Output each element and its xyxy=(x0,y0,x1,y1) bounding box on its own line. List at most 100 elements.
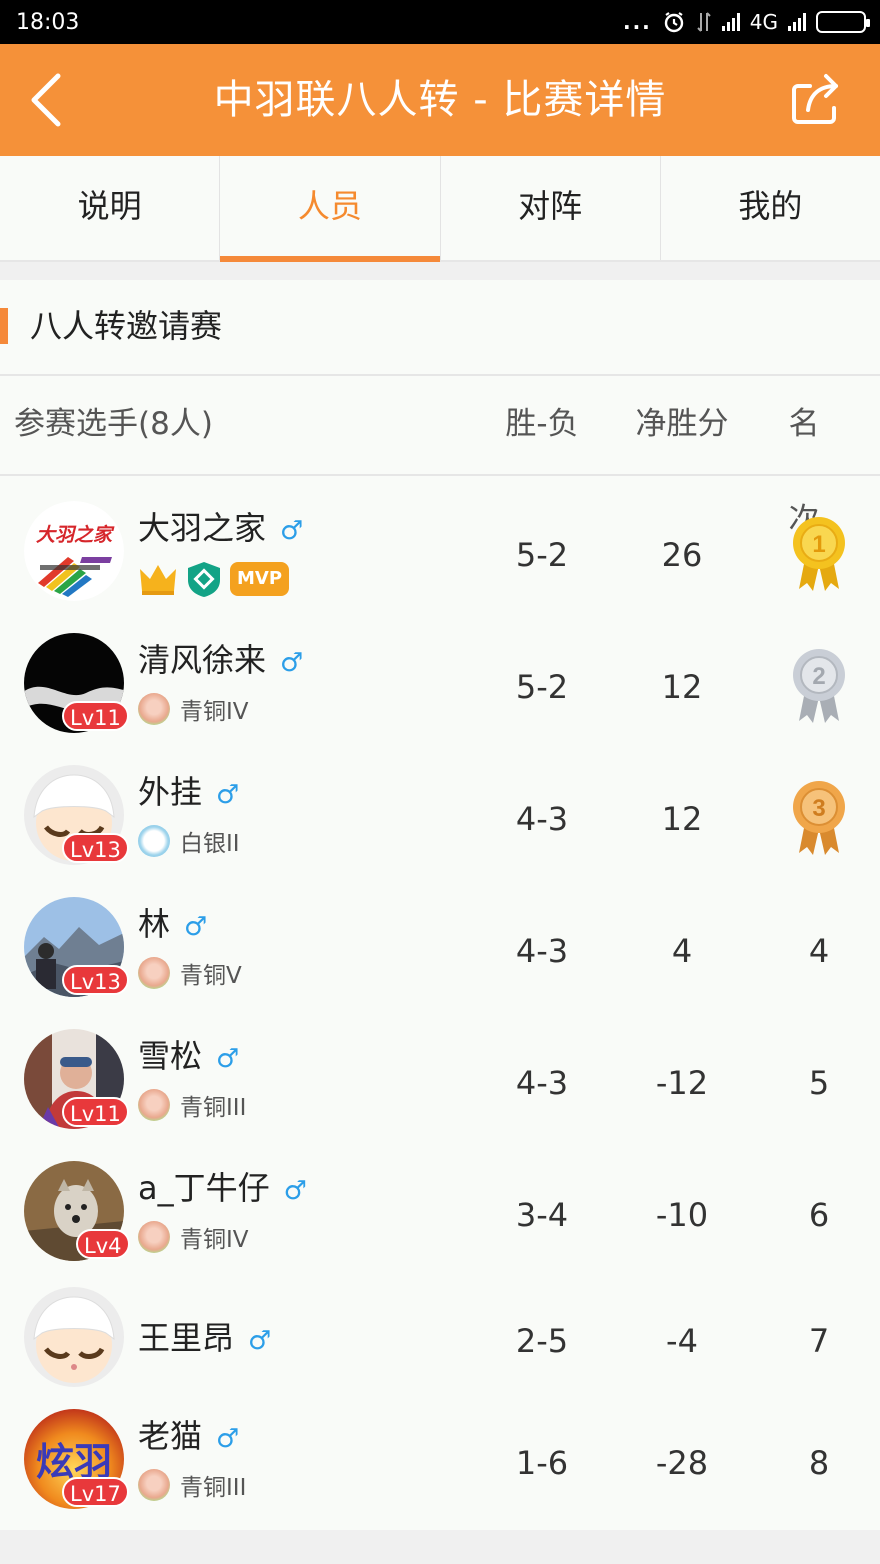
tab-description[interactable]: 说明 xyxy=(0,156,221,260)
net-points: 12 xyxy=(661,668,703,706)
level-badge: Lv4 xyxy=(76,1229,130,1259)
win-loss: 1-6 xyxy=(515,1444,569,1482)
header-players: 参赛选手(8人) xyxy=(14,406,213,442)
tier-label: 青铜IV xyxy=(180,699,249,725)
player-name[interactable]: 王里昂 ♂ xyxy=(138,1313,271,1359)
player-row[interactable]: 大羽之家 大羽之家 ♂ MVP 5-2 26 1 xyxy=(0,489,880,621)
player-name[interactable]: 清风徐来 ♂ xyxy=(138,635,303,681)
battery-icon xyxy=(816,11,870,33)
alarm-icon xyxy=(664,12,683,33)
tier-info: 青铜IV xyxy=(138,691,249,727)
male-icon: ♂ xyxy=(216,1044,240,1074)
net-points: 12 xyxy=(661,800,703,838)
app-bar: 中羽联八人转 - 比赛详情 xyxy=(0,44,880,156)
bronze-medal-icon: 3 xyxy=(793,781,845,855)
tier-info: 青铜III xyxy=(138,1467,246,1503)
crown-icon xyxy=(140,565,176,595)
bronze-tier-icon xyxy=(138,693,170,725)
tier-label: 白银II xyxy=(180,831,240,857)
net-points: 4 xyxy=(671,932,693,970)
header-net-points: 净胜分 xyxy=(635,406,729,442)
male-icon: ♂ xyxy=(184,912,208,942)
player-name[interactable]: 林 ♂ xyxy=(138,899,207,945)
share-button[interactable] xyxy=(788,72,844,128)
section-title: 八人转邀请赛 xyxy=(30,307,223,345)
rank-1: 1 xyxy=(812,531,825,558)
win-loss: 4-3 xyxy=(515,800,569,838)
svg-text:大羽之家: 大羽之家 xyxy=(36,524,115,546)
tab-bar: 说明 人员 对阵 我的 xyxy=(0,156,880,262)
status-time: 18:03 xyxy=(16,9,80,35)
win-loss: 4-3 xyxy=(515,932,569,970)
silver-tier-icon xyxy=(138,825,170,857)
avatar[interactable] xyxy=(24,1287,124,1387)
player-row[interactable]: Lv11 雪松 ♂ 青铜III 4-3 -12 5 xyxy=(0,1017,880,1149)
player-name[interactable]: 大羽之家 ♂ xyxy=(138,503,303,549)
male-icon: ♂ xyxy=(216,1424,240,1454)
avatar[interactable]: 大羽之家 xyxy=(24,501,124,601)
section-accent-bar xyxy=(0,308,8,344)
level-badge: Lv17 xyxy=(62,1477,129,1507)
rank: 7 xyxy=(808,1322,830,1360)
section-header: 八人转邀请赛 xyxy=(0,280,880,376)
male-icon: ♂ xyxy=(280,648,304,678)
male-icon: ♂ xyxy=(248,1326,272,1356)
player-row[interactable]: Lv4 a_丁牛仔 ♂ 青铜IV 3-4 -10 6 xyxy=(0,1149,880,1281)
level-badge: Lv13 xyxy=(62,833,129,863)
player-row[interactable]: Lv13 外挂 ♂ 白银II 4-3 12 3 xyxy=(0,753,880,885)
player-name[interactable]: 外挂 ♂ xyxy=(138,767,239,813)
gold-medal-icon: 1 xyxy=(793,517,845,591)
win-loss: 3-4 xyxy=(515,1196,569,1234)
back-button[interactable] xyxy=(20,68,80,132)
player-row[interactable]: Lv13 林 ♂ 青铜V 4-3 4 4 xyxy=(0,885,880,1017)
mvp-badge: MVP xyxy=(230,562,290,596)
bronze-tier-icon xyxy=(138,957,170,989)
win-loss: 4-3 xyxy=(515,1064,569,1102)
status-icons: ... 4G xyxy=(622,10,870,34)
rank-2: 2 xyxy=(812,663,825,690)
net-points: -12 xyxy=(655,1064,709,1102)
tier-info: 青铜IV xyxy=(138,1219,249,1255)
net-points: -28 xyxy=(655,1444,709,1482)
net-points: 26 xyxy=(661,536,703,574)
rank-3: 3 xyxy=(812,795,825,822)
tier-label: 青铜V xyxy=(180,963,242,989)
tier-label: 青铜III xyxy=(180,1475,247,1501)
tier-info: 青铜III xyxy=(138,1087,246,1123)
male-icon: ♂ xyxy=(283,1176,307,1206)
net-points: -4 xyxy=(666,1322,698,1360)
tab-matchups[interactable]: 对阵 xyxy=(441,156,661,260)
network-type: 4G xyxy=(749,10,778,34)
achievement-badges: MVP xyxy=(138,559,290,599)
win-loss: 5-2 xyxy=(515,536,569,574)
level-badge: Lv13 xyxy=(62,965,129,995)
win-loss: 2-5 xyxy=(515,1322,569,1360)
notification-dots: ... xyxy=(622,10,652,34)
table-header: 参赛选手(8人) 胜-负 净胜分 名次 xyxy=(0,376,880,538)
net-points: -10 xyxy=(655,1196,709,1234)
player-row[interactable]: 王里昂 ♂ 2-5 -4 7 xyxy=(0,1275,880,1407)
bronze-tier-icon xyxy=(138,1469,170,1501)
rank: 5 xyxy=(808,1064,830,1102)
status-bar: 18:03 ... 4G xyxy=(0,0,880,44)
tier-label: 青铜III xyxy=(180,1095,247,1121)
player-row[interactable]: 炫羽 Lv17 老猫 ♂ 青铜III 1-6 -28 8 xyxy=(0,1397,880,1529)
player-row[interactable]: Lv11 清风徐来 ♂ 青铜IV 5-2 12 2 xyxy=(0,621,880,753)
bronze-tier-icon xyxy=(138,1089,170,1121)
members-card: 八人转邀请赛 参赛选手(8人) 胜-负 净胜分 名次 大羽之家 大羽之家 ♂ MV… xyxy=(0,280,880,1530)
tab-members[interactable]: 人员 xyxy=(220,156,441,262)
win-loss: 5-2 xyxy=(515,668,569,706)
tier-label: 青铜IV xyxy=(180,1227,249,1253)
tab-mine[interactable]: 我的 xyxy=(661,156,880,260)
player-name[interactable]: 老猫 ♂ xyxy=(138,1411,239,1457)
male-icon: ♂ xyxy=(216,780,240,810)
data-transfer-icon xyxy=(697,12,711,32)
signal-icon xyxy=(721,13,740,31)
male-icon: ♂ xyxy=(280,516,304,546)
bronze-tier-icon xyxy=(138,1221,170,1253)
rank: 4 xyxy=(808,932,830,970)
rank: 8 xyxy=(808,1444,830,1482)
player-name[interactable]: a_丁牛仔 ♂ xyxy=(138,1163,307,1209)
player-name[interactable]: 雪松 ♂ xyxy=(138,1031,239,1077)
silver-medal-icon: 2 xyxy=(793,649,845,723)
